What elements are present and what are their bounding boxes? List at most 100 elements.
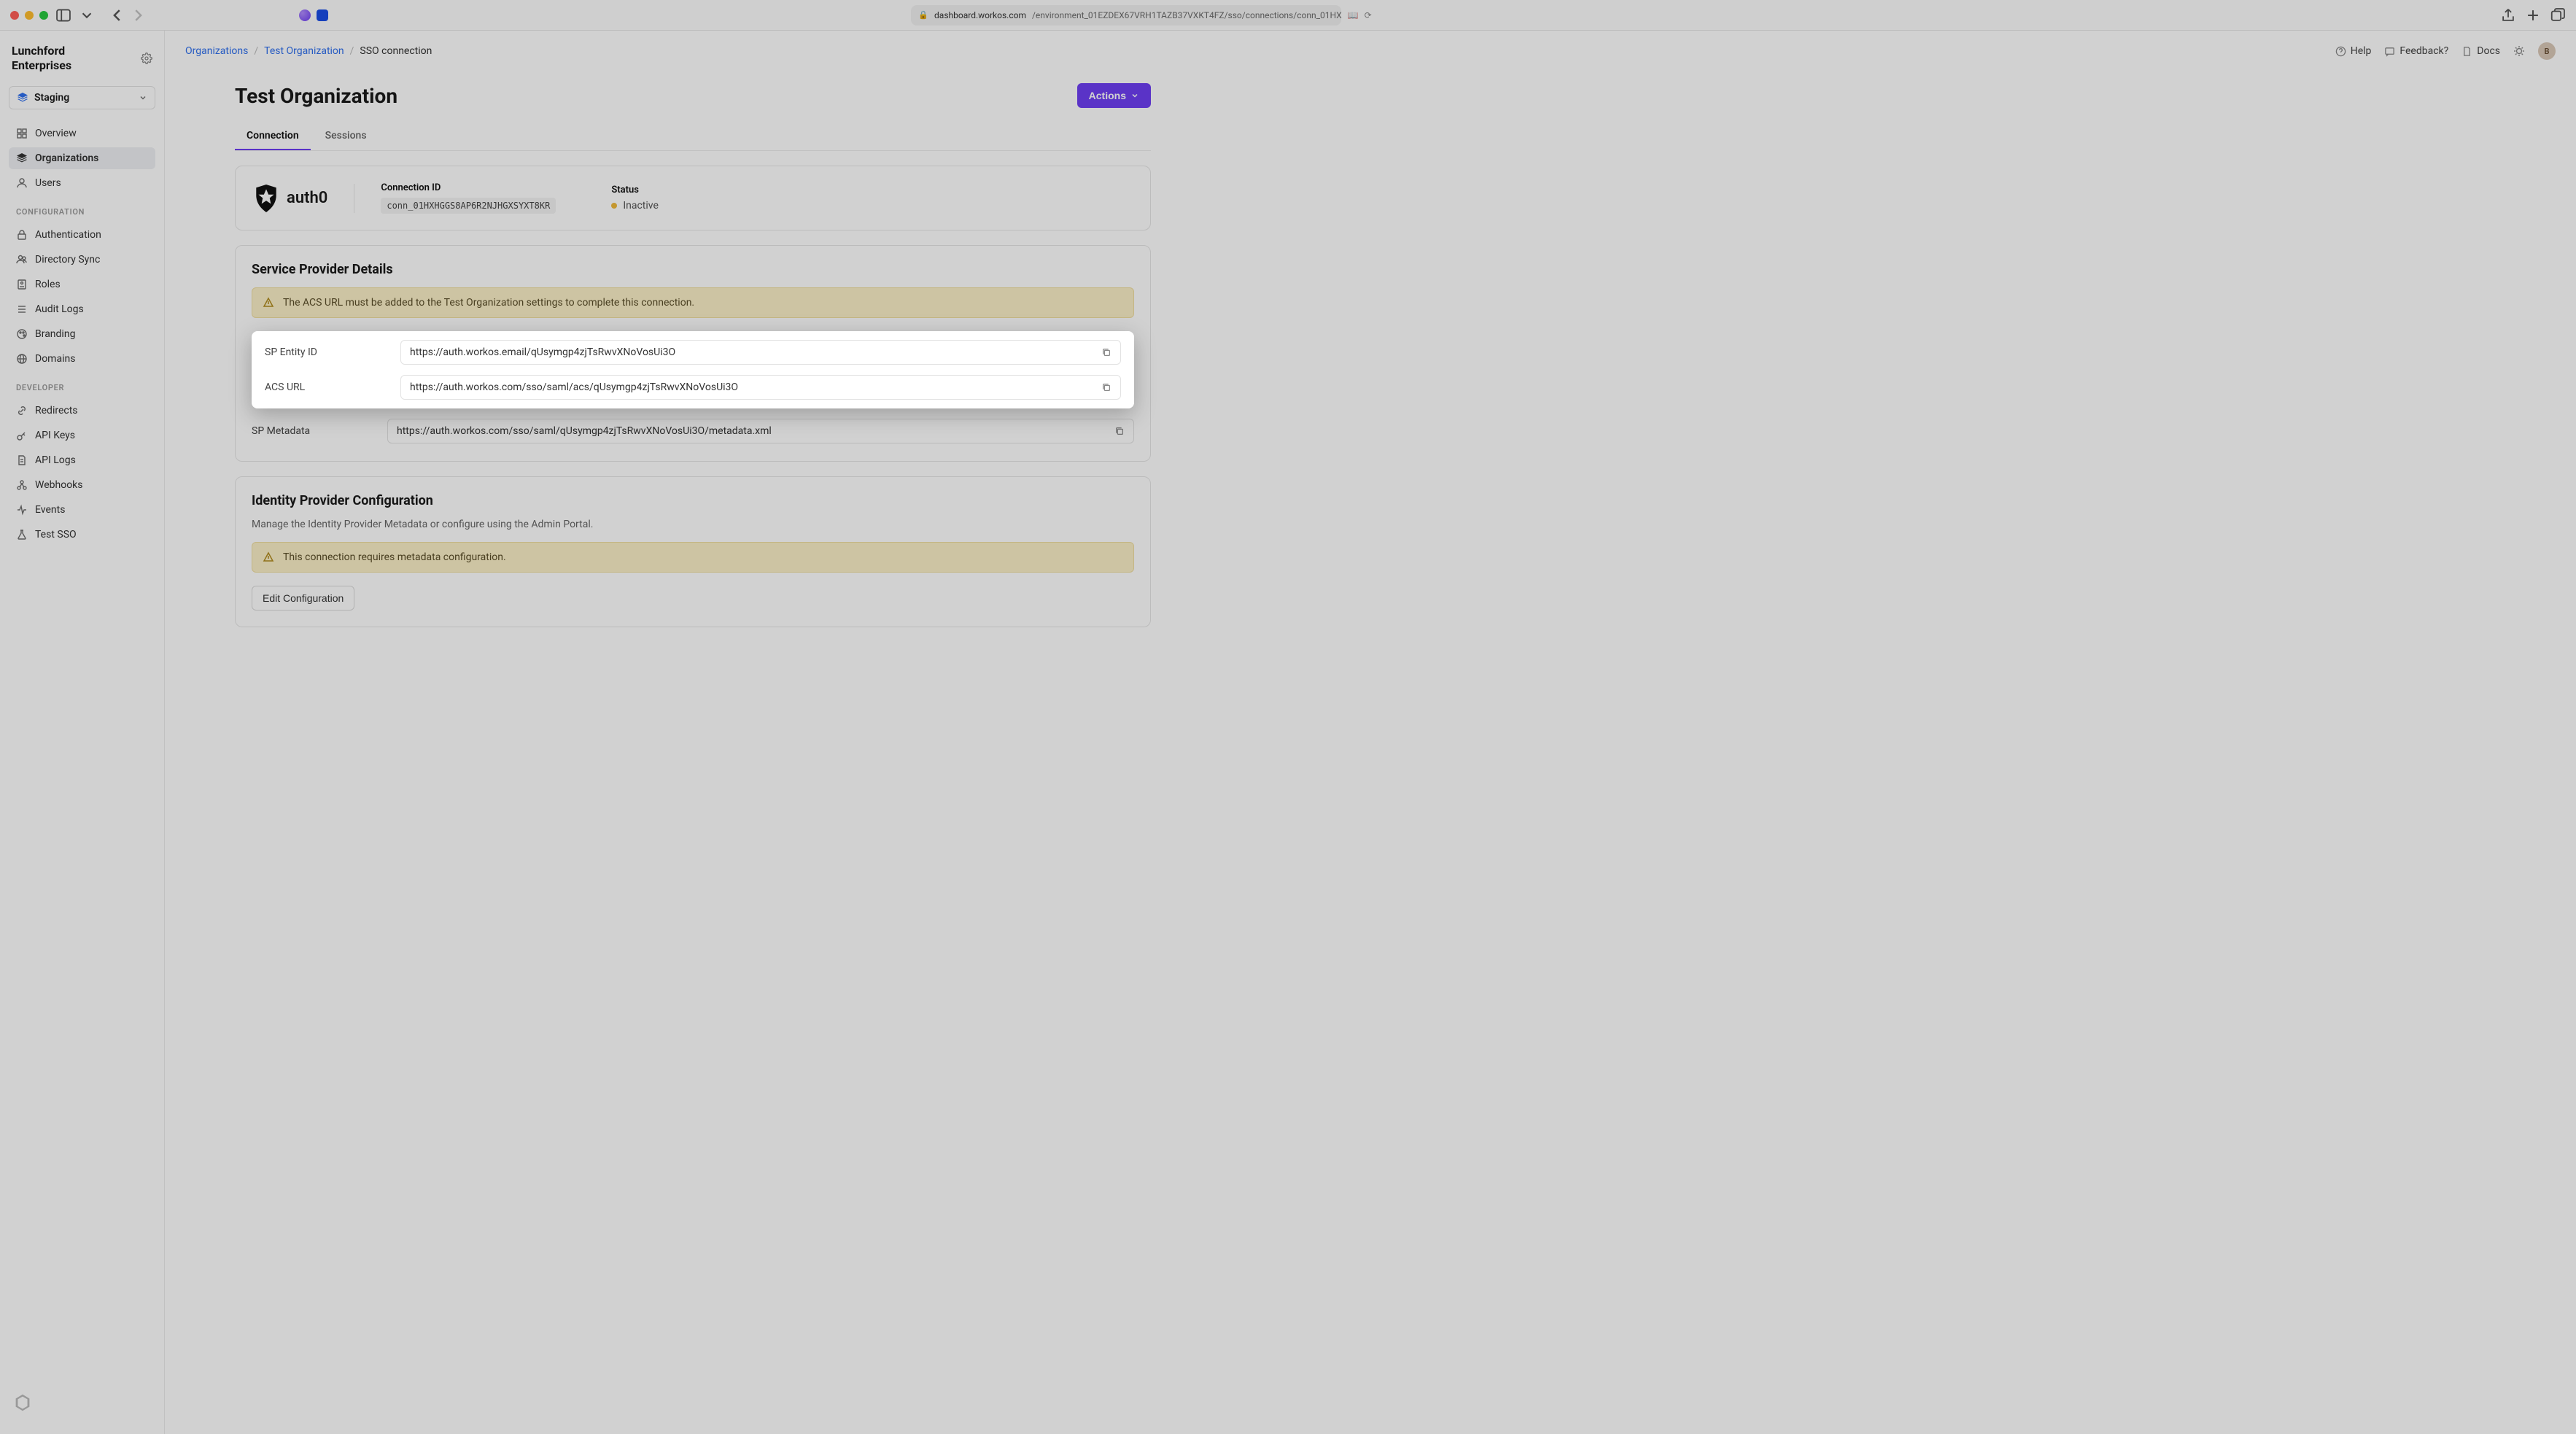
environment-select[interactable]: Staging	[9, 86, 155, 109]
sidebar-item-webhooks[interactable]: Webhooks	[9, 474, 155, 496]
breadcrumb-org[interactable]: Test Organization	[264, 45, 344, 57]
status-label: Status	[611, 185, 659, 195]
sidebar-item-label: API Keys	[35, 430, 75, 441]
sidebar-toggle-icon[interactable]	[55, 7, 71, 23]
extension-icon[interactable]	[299, 9, 311, 21]
idp-config-title: Identity Provider Configuration	[252, 493, 1134, 508]
browser-chrome: 🔒 dashboard.workos.com/environment_01EZD…	[0, 0, 2576, 31]
chevron-down-icon	[139, 93, 147, 102]
chevron-down-icon	[1130, 91, 1139, 100]
alert-text: The ACS URL must be added to the Test Or…	[283, 297, 694, 309]
tab-connection[interactable]: Connection	[235, 123, 311, 150]
help-link[interactable]: Help	[2335, 45, 2372, 57]
sidebar-item-authentication[interactable]: Authentication	[9, 224, 155, 246]
copy-button[interactable]	[1101, 347, 1112, 357]
warning-icon	[263, 551, 274, 563]
connection-id-value[interactable]: conn_01HXHGGS8AP6R2NJHGXSYXT8KR	[381, 198, 556, 214]
sidebar-item-roles[interactable]: Roles	[9, 274, 155, 295]
acs-url-value[interactable]: https://auth.workos.com/sso/saml/acs/qUs…	[400, 375, 1121, 400]
sidebar-item-test-sso[interactable]: Test SSO	[9, 524, 155, 546]
actions-button[interactable]: Actions	[1077, 83, 1151, 108]
sidebar-item-audit-logs[interactable]: Audit Logs	[9, 298, 155, 320]
environment-label: Staging	[34, 92, 69, 104]
feedback-link[interactable]: Feedback?	[2384, 45, 2448, 57]
user-avatar[interactable]: B	[2538, 42, 2556, 60]
feedback-icon	[2384, 46, 2395, 57]
chevron-down-icon[interactable]	[79, 7, 95, 23]
webhook-icon	[16, 479, 28, 491]
activity-icon	[16, 504, 28, 516]
workos-logo-icon	[12, 1392, 34, 1414]
tabs-icon[interactable]	[2550, 7, 2566, 23]
close-window-icon[interactable]	[10, 11, 19, 20]
status-value: Inactive	[623, 200, 659, 212]
sidebar-item-label: Overview	[35, 128, 77, 139]
sidebar-item-label: Roles	[35, 279, 61, 290]
sidebar-item-label: Authentication	[35, 229, 101, 241]
sidebar-item-label: Events	[35, 504, 65, 516]
extension-icon[interactable]	[317, 9, 328, 21]
connection-provider-name: auth0	[287, 189, 327, 207]
breadcrumb-separator: /	[350, 45, 354, 57]
sidebar-item-api-keys[interactable]: API Keys	[9, 425, 155, 446]
minimize-window-icon[interactable]	[25, 11, 34, 20]
sidebar-item-redirects[interactable]: Redirects	[9, 400, 155, 422]
sidebar-item-label: Branding	[35, 328, 75, 340]
sidebar-item-domains[interactable]: Domains	[9, 348, 155, 370]
sidebar-item-label: Users	[35, 177, 61, 189]
tabs: Connection Sessions	[235, 123, 1151, 151]
globe-icon	[16, 353, 28, 365]
link-icon	[16, 405, 28, 416]
breadcrumb: Organizations / Test Organization / SSO …	[185, 45, 432, 57]
share-icon[interactable]	[2500, 7, 2516, 23]
connection-id-label: Connection ID	[381, 182, 556, 193]
docs-link[interactable]: Docs	[2461, 45, 2500, 57]
user-icon	[16, 177, 28, 189]
theme-toggle[interactable]	[2513, 45, 2525, 57]
maximize-window-icon[interactable]	[39, 11, 48, 20]
idp-config-card: Identity Provider Configuration Manage t…	[235, 476, 1151, 627]
sidebar-item-directory-sync[interactable]: Directory Sync	[9, 249, 155, 271]
settings-button[interactable]	[141, 53, 152, 64]
new-tab-icon[interactable]	[2525, 7, 2541, 23]
brand-name: Lunchford Enterprises	[12, 44, 71, 73]
status-dot-icon	[611, 203, 617, 209]
sidebar-item-label: Test SSO	[35, 529, 77, 540]
url-path: /environment_01EZDEX67VRH1TAZB37VXKT4FZ/…	[1032, 10, 1342, 20]
forward-button	[130, 7, 146, 23]
sidebar-item-overview[interactable]: Overview	[9, 123, 155, 144]
auth0-shield-icon	[252, 184, 281, 213]
sidebar-item-label: Directory Sync	[35, 254, 100, 266]
reload-icon[interactable]: ⟳	[1365, 10, 1372, 20]
sidebar-item-api-logs[interactable]: API Logs	[9, 449, 155, 471]
window-controls	[10, 11, 48, 20]
idp-config-subtitle: Manage the Identity Provider Metadata or…	[252, 519, 1134, 530]
copy-button[interactable]	[1101, 382, 1112, 392]
url-bar[interactable]: 🔒 dashboard.workos.com/environment_01EZD…	[911, 5, 1341, 26]
tab-sessions[interactable]: Sessions	[314, 123, 379, 150]
edit-configuration-button[interactable]: Edit Configuration	[252, 586, 354, 611]
sp-entity-id-value[interactable]: https://auth.workos.email/qUsymgp4zjTsRw…	[400, 340, 1121, 365]
back-button[interactable]	[109, 7, 125, 23]
lock-icon	[16, 229, 28, 241]
sp-details-card: Service Provider Details The ACS URL mus…	[235, 245, 1151, 462]
copy-button[interactable]	[1114, 426, 1125, 436]
sp-details-title: Service Provider Details	[252, 262, 1134, 277]
sidebar-item-users[interactable]: Users	[9, 172, 155, 194]
nav-section-developer: DEVELOPER	[9, 373, 155, 397]
sidebar-item-label: Domains	[35, 353, 75, 365]
breadcrumb-organizations[interactable]: Organizations	[185, 45, 248, 57]
layers-icon	[17, 92, 28, 104]
connection-provider-logo: auth0	[252, 184, 354, 213]
sp-metadata-value[interactable]: https://auth.workos.com/sso/saml/qUsymgp…	[387, 419, 1134, 443]
key-icon	[16, 430, 28, 441]
reader-icon[interactable]: 📖	[1348, 10, 1359, 20]
sidebar-item-label: Redirects	[35, 405, 78, 416]
palette-icon	[16, 328, 28, 340]
sidebar: Lunchford Enterprises Staging Overview O…	[0, 31, 165, 1434]
sidebar-item-organizations[interactable]: Organizations	[9, 147, 155, 169]
sidebar-item-branding[interactable]: Branding	[9, 323, 155, 345]
document-icon	[16, 454, 28, 466]
nav-section-configuration: CONFIGURATION	[9, 197, 155, 221]
sidebar-item-events[interactable]: Events	[9, 499, 155, 521]
